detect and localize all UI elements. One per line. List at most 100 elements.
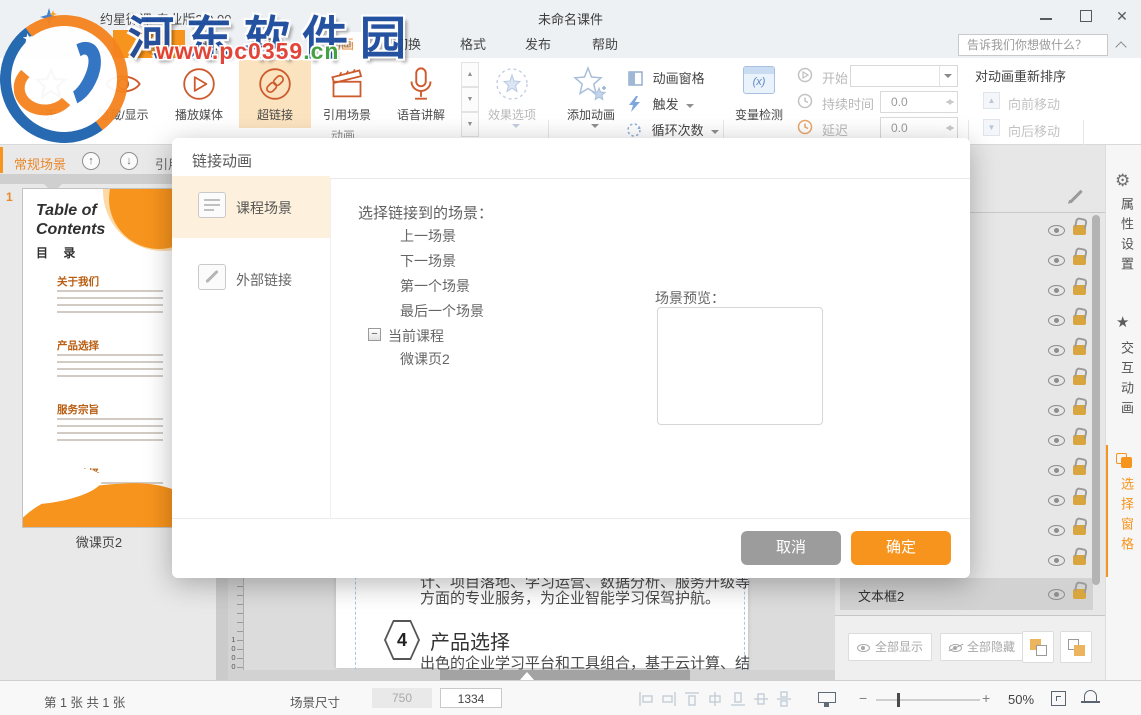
show-all-button[interactable]: 全部显示	[848, 633, 932, 661]
tree-collapse-toggle[interactable]: −	[368, 328, 381, 341]
scene-width-input[interactable]: 750	[372, 688, 432, 708]
menu-item-animation[interactable]: 动画	[318, 32, 364, 58]
option-next-scene[interactable]: 下一场景	[400, 251, 456, 271]
play-media-button[interactable]: 播放媒体	[163, 62, 235, 128]
move-forward-button[interactable]: 向前移动	[1008, 94, 1060, 113]
zoom-in-button[interactable]: +	[982, 690, 990, 706]
visibility-eye-icon[interactable]	[1048, 285, 1065, 296]
slide-text-line[interactable]: 方面的专业服务，为企业智能学习保驾护航。	[420, 587, 720, 608]
visibility-eye-icon[interactable]	[1048, 589, 1065, 600]
unlock-icon[interactable]	[1073, 589, 1086, 599]
dialog-tab-external-link[interactable]: 外部链接	[172, 248, 330, 310]
tab-selection-pane[interactable]: 选择窗格	[1117, 477, 1136, 557]
align-right-icon[interactable]	[661, 691, 677, 707]
unlock-icon[interactable]	[1073, 255, 1086, 265]
visibility-eye-icon[interactable]	[1048, 255, 1065, 266]
option-previous-scene[interactable]: 上一场景	[400, 226, 456, 246]
collapse-handle-icon[interactable]	[520, 672, 534, 680]
stepper-down-icon[interactable]	[946, 101, 954, 109]
zoom-out-button[interactable]: −	[859, 690, 867, 706]
unlock-icon[interactable]	[1073, 375, 1086, 385]
move-scene-down-button[interactable]: ↓	[120, 152, 138, 170]
close-button[interactable]: ✕	[1108, 6, 1136, 26]
unlock-icon[interactable]	[1073, 525, 1086, 535]
tree-node-current-course[interactable]: 当前课程	[388, 326, 444, 346]
align-left-icon[interactable]	[638, 691, 654, 707]
scrollbar-thumb[interactable]	[1092, 215, 1100, 585]
visibility-eye-icon[interactable]	[1048, 375, 1065, 386]
align-bottom-icon[interactable]	[730, 691, 746, 707]
tree-node-scene[interactable]: 微课页2	[400, 349, 450, 369]
notification-bell-icon[interactable]	[1084, 690, 1097, 701]
variable-check-button[interactable]: (x) 变量检测	[727, 62, 791, 128]
add-animation-button[interactable]: 添加动画	[556, 62, 626, 128]
menu-item-transition[interactable]: 切换	[385, 32, 431, 58]
slide-thumbnail[interactable]: Table of Contents 目 录 1 关于我们 2 产品选择 3 服务…	[22, 188, 176, 528]
loop-count-button[interactable]: 循环次数	[626, 120, 719, 140]
scene-height-input[interactable]: 1334	[440, 688, 502, 708]
search-input[interactable]	[958, 34, 1108, 56]
zoom-slider-thumb[interactable]	[897, 693, 900, 707]
canvas-horizontal-scrollbar[interactable]	[228, 670, 835, 680]
unlock-icon[interactable]	[1073, 495, 1086, 505]
animation-none-button[interactable]: 无	[15, 62, 87, 128]
unlock-icon[interactable]	[1073, 465, 1086, 475]
rename-pencil-icon[interactable]	[1069, 190, 1082, 203]
animation-pane-button[interactable]: 动画窗格	[628, 68, 705, 88]
menu-item-publish[interactable]: 发布	[515, 32, 561, 58]
menu-item-help[interactable]: 帮助	[582, 32, 628, 58]
minimize-button[interactable]	[1032, 6, 1060, 26]
visibility-eye-icon[interactable]	[1048, 435, 1065, 446]
visibility-eye-icon[interactable]	[1048, 345, 1065, 356]
trigger-button[interactable]: 触发	[628, 94, 694, 114]
hide-all-button[interactable]: 全部隐藏	[940, 633, 1024, 661]
align-center-icon[interactable]	[707, 691, 723, 707]
hyperlink-button[interactable]: 超链接	[239, 60, 311, 128]
option-first-scene[interactable]: 第一个场景	[400, 276, 470, 296]
unlock-icon[interactable]	[1073, 285, 1086, 295]
delay-stepper[interactable]: 0.0	[880, 117, 958, 139]
visibility-eye-icon[interactable]	[1048, 495, 1065, 506]
unlock-icon[interactable]	[1073, 225, 1086, 235]
tab-properties[interactable]: 属性设置	[1117, 197, 1136, 277]
voice-narration-button[interactable]: 语音讲解	[385, 62, 457, 128]
slide-item-title[interactable]: 产品选择	[430, 626, 510, 655]
move-backward-button[interactable]: 向后移动	[1008, 121, 1060, 140]
unlock-icon[interactable]	[1073, 345, 1086, 355]
cancel-button[interactable]: 取消	[741, 531, 841, 565]
tab-interaction[interactable]: 交互动画	[1117, 341, 1136, 421]
align-middle-icon[interactable]	[753, 691, 769, 707]
preview-presentation-icon[interactable]	[818, 692, 836, 703]
layer-row-textbox[interactable]: 文本框2	[840, 578, 1093, 610]
gallery-scroll-up-button[interactable]: ▲	[461, 62, 479, 87]
visibility-eye-icon[interactable]	[1048, 465, 1065, 476]
reference-scene-button[interactable]: 引用场景	[311, 62, 383, 128]
duration-stepper[interactable]: 0.0	[880, 91, 958, 113]
unlock-icon[interactable]	[1073, 315, 1086, 325]
option-last-scene[interactable]: 最后一个场景	[400, 301, 484, 321]
zoom-slider[interactable]	[876, 699, 980, 701]
unlock-icon[interactable]	[1073, 555, 1086, 565]
tab-regular-scenes[interactable]: 常规场景	[14, 154, 66, 173]
stepper-down-icon[interactable]	[946, 127, 954, 135]
menu-item-insert[interactable]: 插入	[252, 32, 298, 58]
move-scene-up-button[interactable]: ↑	[82, 152, 100, 170]
bring-forward-button[interactable]	[1022, 631, 1054, 663]
fit-to-window-icon[interactable]	[1051, 691, 1066, 706]
start-dropdown[interactable]	[850, 65, 958, 87]
unlock-icon[interactable]	[1073, 435, 1086, 445]
maximize-button[interactable]	[1072, 6, 1100, 26]
ok-button[interactable]: 确定	[851, 531, 951, 565]
distribute-icon[interactable]	[776, 691, 792, 707]
effect-options-button[interactable]: 效果选项	[480, 62, 544, 128]
visibility-eye-icon[interactable]	[1048, 555, 1065, 566]
dialog-tab-course-scene[interactable]: 课程场景	[172, 176, 330, 238]
unlock-icon[interactable]	[1073, 405, 1086, 415]
menu-item-start[interactable]: 开始	[187, 32, 233, 58]
scrollbar-thumb[interactable]	[440, 670, 690, 680]
visibility-eye-icon[interactable]	[1048, 315, 1065, 326]
file-menu-button[interactable]: 文件	[113, 30, 185, 58]
send-backward-button[interactable]	[1060, 631, 1092, 663]
visibility-eye-icon[interactable]	[1048, 405, 1065, 416]
align-top-icon[interactable]	[684, 691, 700, 707]
